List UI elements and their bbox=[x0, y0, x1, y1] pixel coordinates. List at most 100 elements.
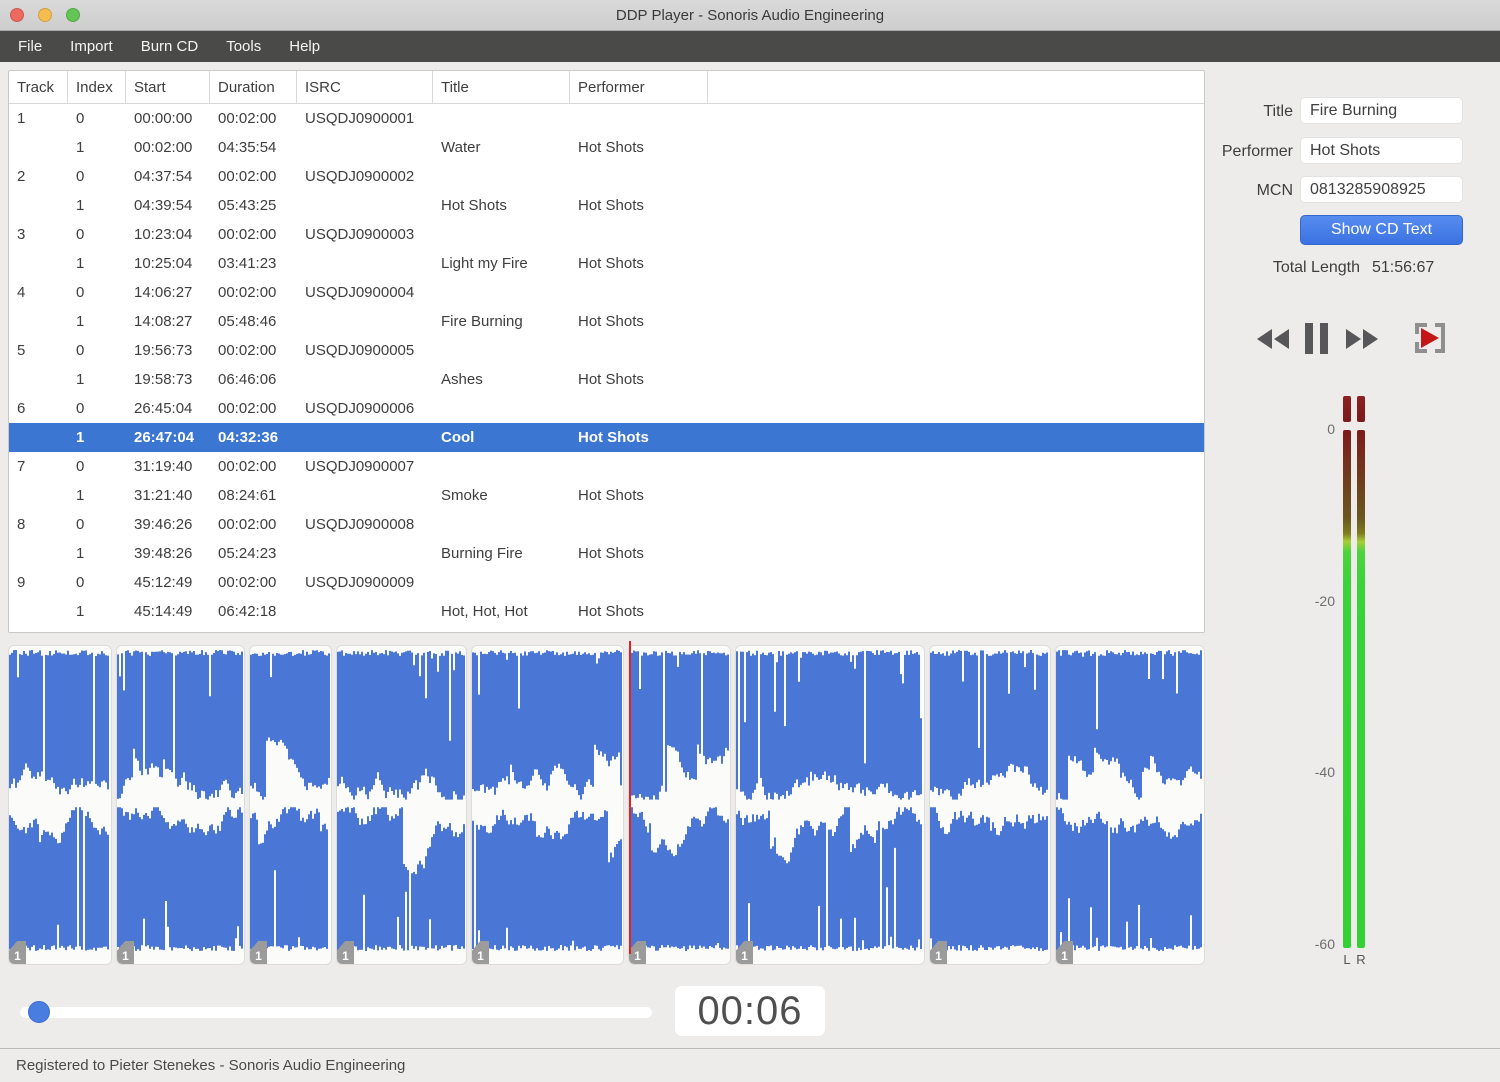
cell-track bbox=[9, 481, 68, 510]
cell-title: Hot Shots bbox=[441, 197, 507, 214]
waveform-track-block[interactable]: 1 bbox=[628, 645, 731, 965]
show-cd-text-button[interactable]: Show CD Text bbox=[1300, 215, 1463, 245]
cell-filler bbox=[708, 452, 1204, 481]
table-row[interactable]: 1 0 00:00:00 00:02:00 USQDJ0900001 bbox=[9, 104, 1204, 133]
column-header-performer[interactable]: Performer bbox=[570, 71, 708, 104]
column-header-isrc[interactable]: ISRC bbox=[297, 71, 433, 104]
menu-bar: File Import Burn CD Tools Help bbox=[0, 31, 1500, 62]
column-header-title[interactable]: Title bbox=[433, 71, 570, 104]
cell-title bbox=[433, 162, 570, 191]
cell-title bbox=[433, 336, 570, 365]
table-row[interactable]: 7 0 31:19:40 00:02:00 USQDJ0900007 bbox=[9, 452, 1204, 481]
cell-index: 0 bbox=[76, 110, 85, 127]
app-window: DDP Player - Sonoris Audio Engineering F… bbox=[0, 0, 1500, 1082]
table-row[interactable]: 5 0 19:56:73 00:02:00 USQDJ0900005 bbox=[9, 336, 1204, 365]
table-body: 1 0 00:00:00 00:02:00 USQDJ0900001 1 00:02:00 0… bbox=[9, 104, 1204, 626]
table-row[interactable]: 8 0 39:46:26 00:02:00 USQDJ0900008 bbox=[9, 510, 1204, 539]
table-row[interactable]: 1 00:02:00 04:35:54 Water Hot Shots bbox=[9, 133, 1204, 162]
cell-start: 04:37:54 bbox=[134, 168, 193, 185]
rewind-button[interactable] bbox=[1256, 328, 1290, 355]
column-header-duration[interactable]: Duration bbox=[210, 71, 297, 104]
cell-index: 0 bbox=[76, 284, 85, 301]
waveform-track-block[interactable]: 1 bbox=[471, 645, 624, 965]
cell-start: 10:23:04 bbox=[134, 226, 193, 243]
close-window-button[interactable] bbox=[10, 8, 24, 22]
title-field[interactable] bbox=[1300, 97, 1463, 124]
cell-start: 19:58:73 bbox=[134, 371, 193, 388]
play-from-marker-button[interactable] bbox=[1412, 321, 1448, 360]
cell-performer bbox=[570, 510, 708, 539]
cell-filler bbox=[708, 597, 1204, 626]
cell-performer bbox=[570, 394, 708, 423]
cell-filler bbox=[708, 220, 1204, 249]
cell-filler bbox=[708, 104, 1204, 133]
cell-duration: 00:02:00 bbox=[218, 516, 277, 533]
menu-item-help[interactable]: Help bbox=[275, 31, 334, 62]
seek-slider[interactable] bbox=[20, 1001, 652, 1023]
column-header-start[interactable]: Start bbox=[126, 71, 210, 104]
cell-title: Light my Fire bbox=[441, 255, 528, 272]
fast-forward-button[interactable] bbox=[1345, 328, 1379, 355]
menu-item-file[interactable]: File bbox=[4, 31, 56, 62]
title-bar[interactable]: DDP Player - Sonoris Audio Engineering bbox=[0, 0, 1500, 31]
cell-duration: 08:24:61 bbox=[218, 487, 277, 504]
cell-filler bbox=[708, 307, 1204, 336]
total-length-label: Total Length bbox=[1272, 259, 1360, 276]
pause-button[interactable] bbox=[1305, 323, 1328, 359]
table-row[interactable]: 1 04:39:54 05:43:25 Hot Shots Hot Shots bbox=[9, 191, 1204, 220]
cell-title bbox=[433, 510, 570, 539]
table-row[interactable]: 1 10:25:04 03:41:23 Light my Fire Hot Shots bbox=[9, 249, 1204, 278]
waveform-track-block[interactable]: 1 bbox=[929, 645, 1051, 965]
title-field-label: Title bbox=[1263, 103, 1293, 120]
meter-bar-right bbox=[1357, 430, 1365, 948]
table-row[interactable]: 4 0 14:06:27 00:02:00 USQDJ0900004 bbox=[9, 278, 1204, 307]
registration-text: Registered to Pieter Stenekes - Sonoris … bbox=[16, 1057, 406, 1074]
waveform-track-block[interactable]: 1 bbox=[116, 645, 245, 965]
menu-item-burn-cd[interactable]: Burn CD bbox=[127, 31, 213, 62]
table-row[interactable]: 1 26:47:04 04:32:36 Cool Hot Shots bbox=[9, 423, 1204, 452]
cell-title: Fire Burning bbox=[441, 313, 523, 330]
waveform-track-block[interactable]: 1 bbox=[8, 645, 112, 965]
minimize-window-button[interactable] bbox=[38, 8, 52, 22]
table-row[interactable]: 6 0 26:45:04 00:02:00 USQDJ0900006 bbox=[9, 394, 1204, 423]
menu-item-import[interactable]: Import bbox=[56, 31, 127, 62]
waveform-track-block[interactable]: 1 bbox=[249, 645, 332, 965]
column-header-track[interactable]: Track bbox=[9, 71, 68, 104]
total-length-value: 51:56:67 bbox=[1372, 259, 1435, 276]
cell-start: 14:08:27 bbox=[134, 313, 193, 330]
zoom-window-button[interactable] bbox=[66, 8, 80, 22]
cell-isrc: USQDJ0900002 bbox=[305, 168, 415, 185]
menu-item-tools[interactable]: Tools bbox=[212, 31, 275, 62]
cell-performer bbox=[570, 278, 708, 307]
waveform-track-block[interactable]: 1 bbox=[735, 645, 925, 965]
meter-channel-label-r: R bbox=[1356, 952, 1366, 967]
cell-title: Cool bbox=[441, 429, 475, 446]
cell-performer: Hot Shots bbox=[578, 487, 644, 504]
table-row[interactable]: 3 0 10:23:04 00:02:00 USQDJ0900003 bbox=[9, 220, 1204, 249]
table-row[interactable]: 2 0 04:37:54 00:02:00 USQDJ0900002 bbox=[9, 162, 1204, 191]
cell-index: 1 bbox=[76, 139, 85, 156]
waveform-track-block[interactable]: 1 bbox=[1055, 645, 1205, 965]
mcn-field[interactable] bbox=[1300, 176, 1463, 203]
table-row[interactable]: 9 0 45:12:49 00:02:00 USQDJ0900009 bbox=[9, 568, 1204, 597]
cell-title: Hot, Hot, Hot bbox=[441, 603, 528, 620]
table-row[interactable]: 1 14:08:27 05:48:46 Fire Burning Hot Shots bbox=[9, 307, 1204, 336]
performer-field[interactable] bbox=[1300, 137, 1463, 164]
cell-filler bbox=[708, 423, 1204, 452]
cell-performer: Hot Shots bbox=[578, 255, 644, 272]
cell-start: 45:14:49 bbox=[134, 603, 193, 620]
cell-start: 14:06:27 bbox=[134, 284, 193, 301]
table-row[interactable]: 1 39:48:26 05:24:23 Burning Fire Hot Shots bbox=[9, 539, 1204, 568]
table-row[interactable]: 1 45:14:49 06:42:18 Hot, Hot, Hot Hot Shots bbox=[9, 597, 1204, 626]
cell-duration: 05:43:25 bbox=[218, 197, 277, 214]
cell-filler bbox=[708, 278, 1204, 307]
cell-track bbox=[9, 539, 68, 568]
total-length-row: Total Length 51:56:67 bbox=[1205, 259, 1434, 277]
waveform-track-block[interactable]: 1 bbox=[336, 645, 467, 965]
table-row[interactable]: 1 19:58:73 06:46:06 Ashes Hot Shots bbox=[9, 365, 1204, 394]
table-row[interactable]: 1 31:21:40 08:24:61 Smoke Hot Shots bbox=[9, 481, 1204, 510]
cell-index: 0 bbox=[76, 168, 85, 185]
column-header-index[interactable]: Index bbox=[68, 71, 126, 104]
cell-track: 5 bbox=[17, 342, 26, 359]
seek-slider-thumb[interactable] bbox=[28, 1001, 50, 1023]
